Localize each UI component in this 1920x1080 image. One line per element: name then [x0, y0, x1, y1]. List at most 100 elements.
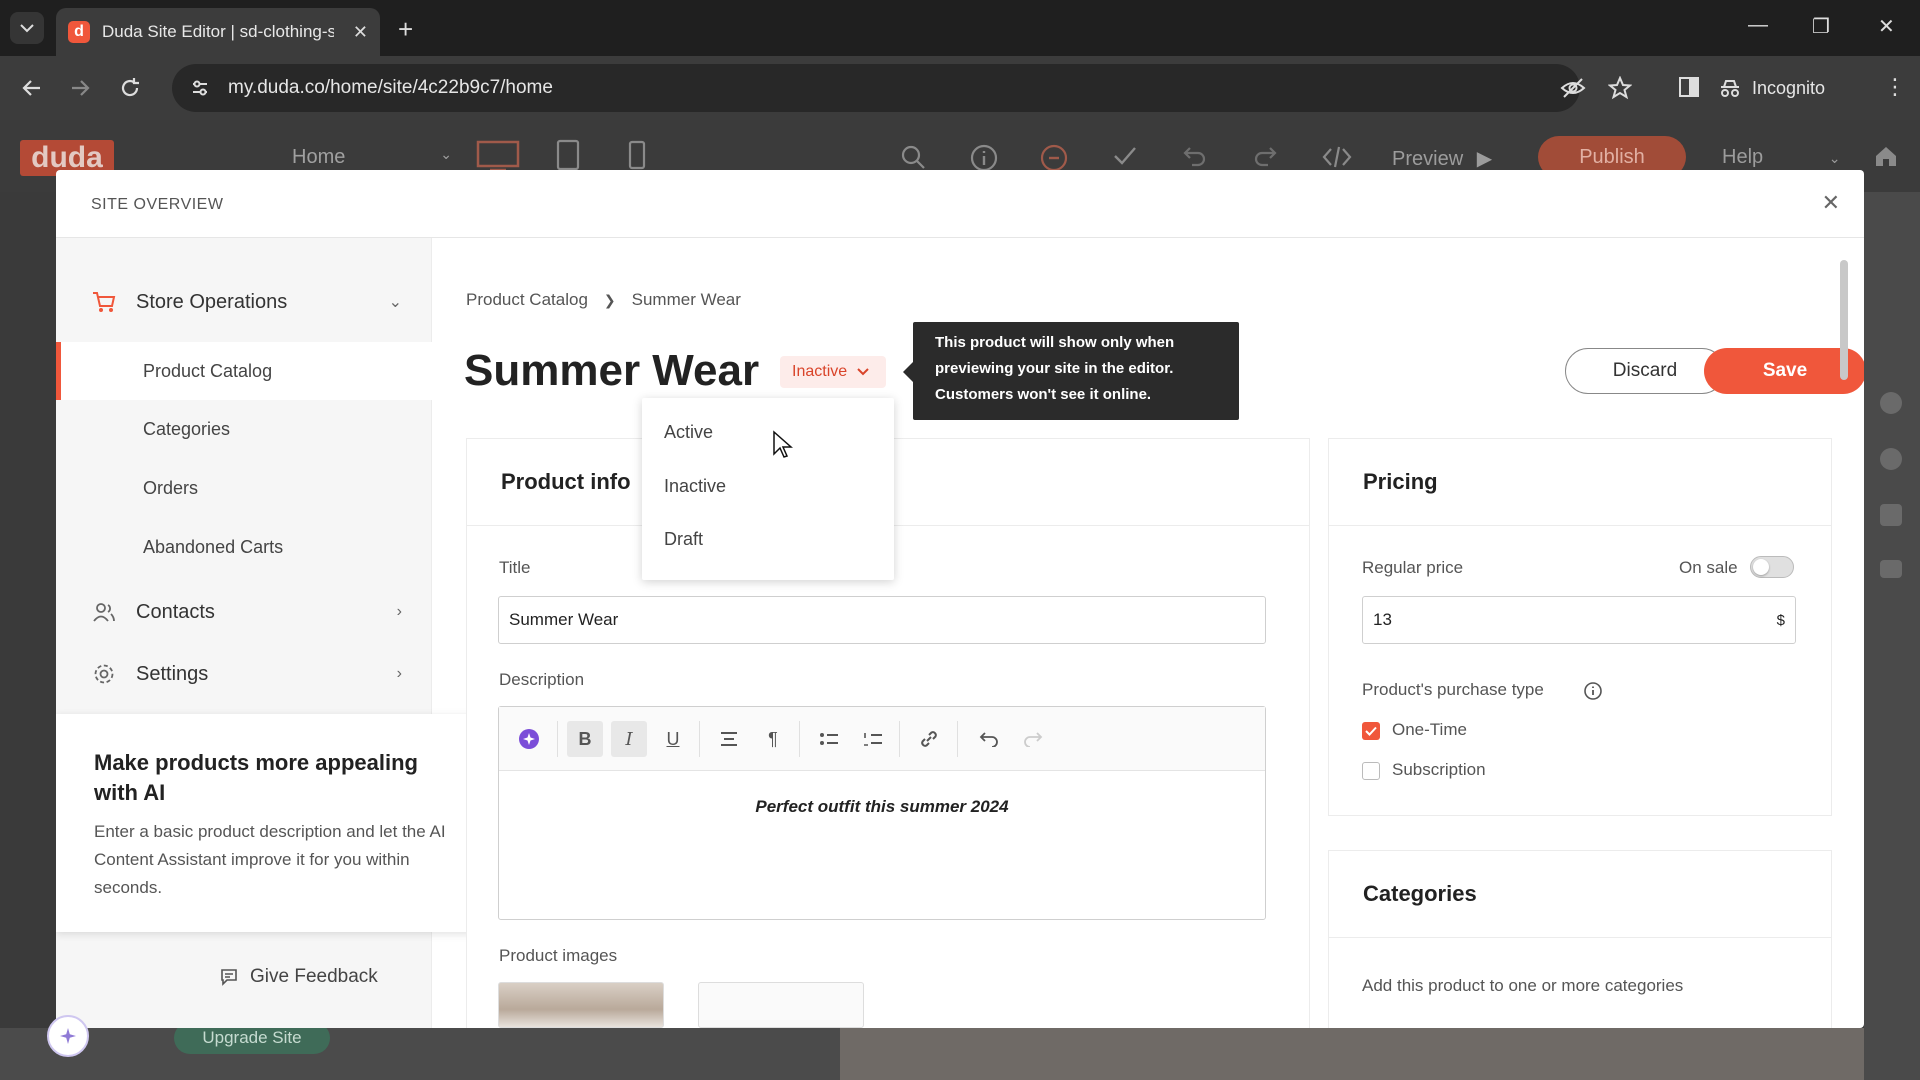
rail-users-icon[interactable] [1880, 560, 1902, 578]
numbered-list-icon[interactable] [855, 721, 891, 757]
modal-close-icon[interactable]: ✕ [1822, 190, 1840, 216]
back-icon[interactable] [20, 76, 44, 100]
editor-undo-icon[interactable] [971, 721, 1007, 757]
tablet-view-icon[interactable] [556, 138, 580, 172]
contacts-icon [93, 603, 115, 622]
minimize-icon[interactable]: — [1748, 14, 1768, 37]
categories-hint: Add this product to one or more categori… [1362, 976, 1684, 995]
preview-label: Preview [1392, 148, 1464, 170]
site-settings-icon[interactable] [190, 78, 210, 98]
sidebar-item-label: Settings [136, 662, 209, 685]
status-option-active[interactable]: Active [664, 422, 713, 443]
rail-image-icon[interactable] [1880, 504, 1902, 526]
sidebar-item-label: Store Operations [136, 290, 288, 313]
undo-icon[interactable] [1182, 144, 1208, 168]
title-input[interactable]: Summer Wear [498, 596, 1266, 644]
incognito-indicator[interactable]: Incognito [1718, 64, 1825, 112]
link-icon[interactable] [911, 721, 947, 757]
sidebar-item-store-operations[interactable]: Store Operations ⌄ [92, 282, 402, 322]
divider [1329, 937, 1831, 938]
comments-icon[interactable] [1040, 144, 1068, 172]
code-icon[interactable] [1322, 144, 1352, 170]
sidebar-item-orders[interactable]: Orders [56, 459, 432, 517]
sidebar-item-categories[interactable]: Categories [56, 400, 432, 458]
redo-icon[interactable] [1252, 144, 1278, 168]
one-time-checkbox[interactable] [1362, 722, 1380, 740]
page-selector[interactable]: Home ⌄ [292, 146, 452, 169]
description-label: Description [499, 670, 585, 689]
align-center-icon[interactable] [711, 721, 747, 757]
sidebar-item-abandoned-carts[interactable]: Abandoned Carts [56, 518, 432, 576]
search-icon[interactable] [900, 144, 926, 170]
mobile-view-icon[interactable] [628, 138, 646, 172]
reload-icon[interactable] [118, 76, 142, 100]
bookmark-star-icon[interactable] [1608, 76, 1632, 100]
tab-search-button[interactable] [10, 12, 44, 44]
editor-redo-icon[interactable] [1015, 721, 1051, 757]
preview-button[interactable]: Preview ▶ [1392, 146, 1492, 171]
status-option-inactive[interactable]: Inactive [664, 476, 726, 497]
chevron-right-icon: › [396, 603, 402, 620]
sidebar-item-contacts[interactable]: Contacts › [92, 592, 402, 632]
eye-off-icon[interactable] [1560, 76, 1586, 100]
sidebar-item-product-catalog[interactable]: Product Catalog [56, 342, 432, 400]
restore-icon[interactable]: ❐ [1812, 14, 1830, 39]
one-time-label: One-Time [1392, 720, 1467, 739]
feedback-icon [221, 969, 237, 986]
url-text: my.duda.co/home/site/4c22b9c7/home [228, 77, 553, 98]
breadcrumb: Product Catalog ❯ Summer Wear [466, 290, 741, 310]
ai-assistant-launcher[interactable] [47, 1015, 89, 1057]
add-image-slot[interactable] [698, 982, 864, 1028]
canvas-photo [840, 1028, 1864, 1080]
duda-favicon-icon: d [68, 21, 90, 43]
browser-tab-bar: d Duda Site Editor | sd-clothing-s ✕ + —… [0, 0, 1920, 56]
status-dropdown[interactable]: Inactive [780, 356, 886, 388]
divider [1329, 525, 1831, 526]
gear-icon [94, 664, 114, 684]
ai-assistant-icon[interactable] [511, 721, 547, 757]
status-option-draft[interactable]: Draft [664, 529, 703, 550]
breadcrumb-parent[interactable]: Product Catalog [466, 290, 588, 310]
regular-price-label: Regular price [1362, 558, 1464, 577]
pricing-heading: Pricing [1363, 469, 1438, 494]
info-icon[interactable] [970, 144, 998, 172]
chevron-down-icon [20, 24, 34, 33]
on-sale-toggle[interactable] [1750, 556, 1794, 578]
description-editor[interactable]: B I U ¶ Perfect outfit this summer 2024 [498, 706, 1266, 920]
new-tab-icon[interactable]: + [398, 14, 413, 45]
window-close-icon[interactable]: ✕ [1878, 14, 1895, 39]
tab-close-icon[interactable]: ✕ [353, 22, 368, 43]
desktop-view-icon[interactable] [476, 138, 520, 172]
bold-icon[interactable]: B [567, 721, 603, 757]
italic-icon[interactable]: I [611, 721, 647, 757]
site-overview-modal: SITE OVERVIEW ✕ Store Operations ⌄ Produ… [56, 170, 1864, 1028]
browser-tab[interactable]: d Duda Site Editor | sd-clothing-s ✕ [56, 8, 380, 56]
modal-scrollbar-thumb[interactable] [1840, 260, 1848, 380]
sidebar-item-settings[interactable]: Settings › [92, 654, 402, 694]
chevron-down-icon: ⌄ [440, 146, 452, 162]
url-bar[interactable]: my.duda.co/home/site/4c22b9c7/home [172, 64, 1580, 112]
checkmark-icon[interactable] [1112, 144, 1138, 168]
ai-promo-card: ✕ Make products more appealing with AI E… [56, 714, 498, 932]
categories-card: Categories [1328, 850, 1832, 1028]
give-feedback-button[interactable]: Give Feedback [220, 966, 378, 988]
discard-button[interactable]: Discard [1565, 348, 1725, 394]
paragraph-icon[interactable]: ¶ [755, 721, 791, 757]
side-panel-icon[interactable] [1678, 76, 1700, 98]
browser-menu-icon[interactable]: ⋮ [1884, 74, 1906, 100]
bullet-list-icon[interactable] [811, 721, 847, 757]
underline-icon[interactable]: U [655, 721, 691, 757]
tab-title: Duda Site Editor | sd-clothing-s [102, 22, 334, 41]
toggle-knob [1753, 559, 1769, 575]
editor-right-rail [1864, 192, 1920, 1080]
info-icon[interactable] [1583, 681, 1603, 701]
help-menu[interactable]: Help ⌄ [1722, 146, 1840, 169]
chevron-down-icon [857, 368, 869, 376]
forward-icon[interactable] [68, 76, 92, 100]
price-input[interactable]: 13 $ [1362, 596, 1796, 644]
rail-add-icon[interactable] [1880, 392, 1902, 414]
rail-chat-icon[interactable] [1880, 448, 1902, 470]
home-icon[interactable] [1874, 144, 1898, 168]
product-image-thumbnail[interactable] [498, 982, 664, 1028]
subscription-checkbox[interactable] [1362, 762, 1380, 780]
